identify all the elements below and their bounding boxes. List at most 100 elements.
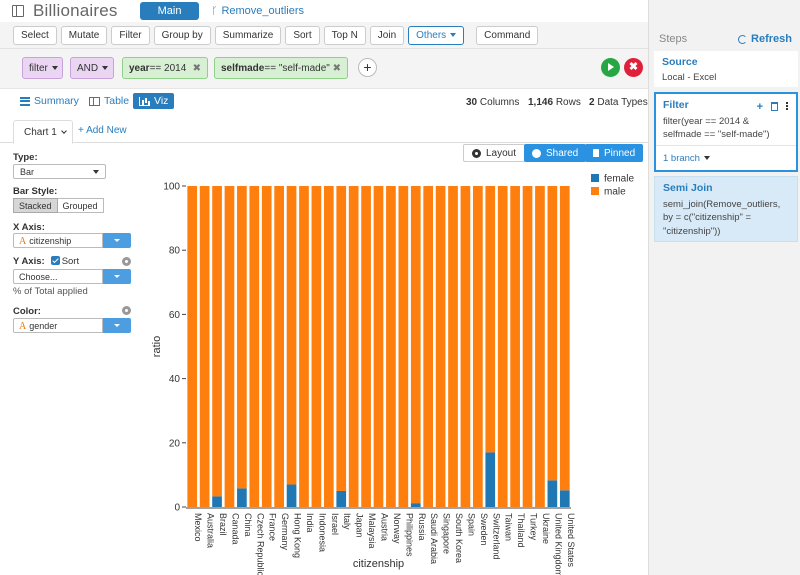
x-tick-label: Italy (342, 513, 352, 530)
command-toolbar: Select Mutate Filter Group by Summarize … (0, 22, 648, 48)
bar-male (435, 186, 446, 507)
sort-button[interactable]: Sort (285, 25, 320, 45)
string-type-icon: A (19, 236, 27, 247)
tab-table[interactable]: Table (89, 95, 129, 107)
bar-male (473, 186, 483, 507)
grouped-option[interactable]: Grouped (57, 198, 104, 213)
stacked-option[interactable]: Stacked (13, 198, 58, 213)
y-axis-dropdown-button[interactable] (103, 269, 131, 284)
summary-icon (20, 96, 30, 106)
filter-condition-selfmade[interactable]: selfmade == "self-made" ✖ (214, 57, 348, 79)
run-button[interactable] (601, 58, 620, 77)
step-semi-join[interactable]: Semi Join semi_join(Remove_outliers, by … (654, 176, 798, 242)
cancel-button[interactable]: ✖ (624, 58, 643, 77)
bar-male (361, 186, 371, 507)
add-chart-link[interactable]: + Add New (78, 125, 127, 136)
layout-button[interactable]: Layout (463, 144, 526, 162)
condition-expression: == "self-made" (264, 62, 330, 74)
x-tick-label: Austria (380, 513, 390, 541)
color-label: Color: (13, 306, 41, 317)
bar-male (547, 186, 558, 481)
x-tick-label: Hong Kong (293, 513, 303, 558)
color-field[interactable]: Agender (13, 318, 103, 333)
legend-swatch (591, 187, 599, 195)
x-tick-label: Mexico (193, 513, 203, 542)
refresh-label: Refresh (751, 33, 792, 45)
x-axis-column-select[interactable]: Acitizenship (13, 233, 131, 248)
filter-type-dropdown[interactable]: filter (22, 57, 63, 79)
color-column-select[interactable]: Agender (13, 318, 131, 333)
remove-condition-icon[interactable]: ✖ (193, 63, 201, 74)
pinned-button[interactable]: Pinned (585, 144, 644, 162)
branch-dropdown[interactable]: 1 branch (663, 153, 710, 164)
steps-title: Steps (659, 33, 688, 45)
shared-button[interactable]: Shared (524, 144, 587, 162)
tab-chart-1[interactable]: Chart 1 (13, 120, 73, 144)
branch-icon: ᚴ (211, 5, 218, 17)
y-axis-header: Y Axis: Sort (13, 256, 79, 267)
select-button[interactable]: Select (13, 25, 57, 45)
step-description: filter(year == 2014 & selfmade == "self-… (663, 116, 770, 141)
chart-type-select[interactable]: Bar (13, 164, 106, 179)
logic-operator-dropdown[interactable]: AND (70, 57, 114, 79)
gear-icon[interactable] (122, 257, 131, 266)
y-tick-label: 20 (169, 438, 181, 449)
summarize-button[interactable]: Summarize (214, 25, 282, 45)
y-axis-column-select[interactable]: Choose... (13, 269, 131, 284)
x-tick-label: China (243, 513, 253, 537)
refresh-button[interactable]: Refresh (738, 33, 792, 45)
step-filter[interactable]: Filter + filter(year == 2014 & selfmade … (654, 92, 798, 172)
command-button[interactable]: Command (476, 25, 539, 45)
x-axis-dropdown-button[interactable] (103, 233, 131, 248)
bar-male (261, 186, 272, 507)
step-actions: + (757, 101, 788, 113)
y-tick-label: 40 (169, 374, 181, 385)
chart-type-value: Bar (20, 167, 35, 177)
sort-label: Sort (61, 256, 80, 267)
add-step-icon[interactable]: + (757, 101, 763, 113)
group-by-button[interactable]: Group by (153, 25, 211, 45)
bar-male (485, 186, 496, 453)
top-n-button[interactable]: Top N (323, 25, 366, 45)
tab-table-label: Table (104, 95, 130, 107)
bar-style-label: Bar Style: (13, 186, 58, 197)
bar-style-toggle: Stacked Grouped (13, 198, 104, 213)
x-axis-field[interactable]: Acitizenship (13, 233, 103, 248)
bar-male (299, 186, 309, 507)
sidebar-toggle-icon[interactable] (12, 5, 24, 17)
color-value: gender (29, 321, 58, 331)
add-condition-icon[interactable]: + (358, 58, 377, 77)
trash-icon[interactable] (771, 102, 778, 111)
bar-chart-icon (139, 96, 150, 106)
join-button[interactable]: Join (369, 25, 405, 45)
mutate-button[interactable]: Mutate (60, 25, 108, 45)
chevron-down-icon[interactable] (60, 128, 67, 134)
row-count: 1,146 Rows (528, 97, 581, 108)
others-dropdown[interactable]: Others (408, 25, 465, 45)
filter-condition-year[interactable]: year == 2014 ✖ (122, 57, 208, 79)
y-tick-label: 0 (174, 503, 180, 514)
y-axis-field[interactable]: Choose... (13, 269, 103, 284)
x-tick-label: Sweden (479, 513, 489, 546)
x-tick-label: United Kingdom (553, 513, 563, 575)
sort-checkbox[interactable] (50, 256, 60, 265)
bar-male (348, 186, 359, 507)
tab-summary[interactable]: Summary (20, 95, 79, 107)
filter-type-label: filter (29, 62, 48, 74)
x-tick-label: Israel (330, 513, 340, 535)
bar-male (535, 186, 545, 507)
pin-icon (593, 149, 599, 157)
color-dropdown-button[interactable] (103, 318, 131, 333)
more-options-icon[interactable] (786, 102, 788, 104)
branch-main-button[interactable]: Main (139, 2, 200, 20)
gear-icon[interactable] (122, 306, 131, 315)
bar-female (336, 490, 347, 507)
remove-condition-icon[interactable]: ✖ (333, 63, 341, 74)
filter-button[interactable]: Filter (111, 25, 150, 45)
pinned-label: Pinned (604, 147, 636, 159)
tab-viz-label: Viz (154, 95, 169, 107)
tab-viz[interactable]: Viz (133, 93, 175, 109)
step-source[interactable]: Source Local - Excel (654, 51, 798, 87)
branch-link[interactable]: ᚴ Remove_outliers (211, 5, 304, 17)
title-bar: Billionaires Main ᚴ Remove_outliers (0, 0, 648, 22)
